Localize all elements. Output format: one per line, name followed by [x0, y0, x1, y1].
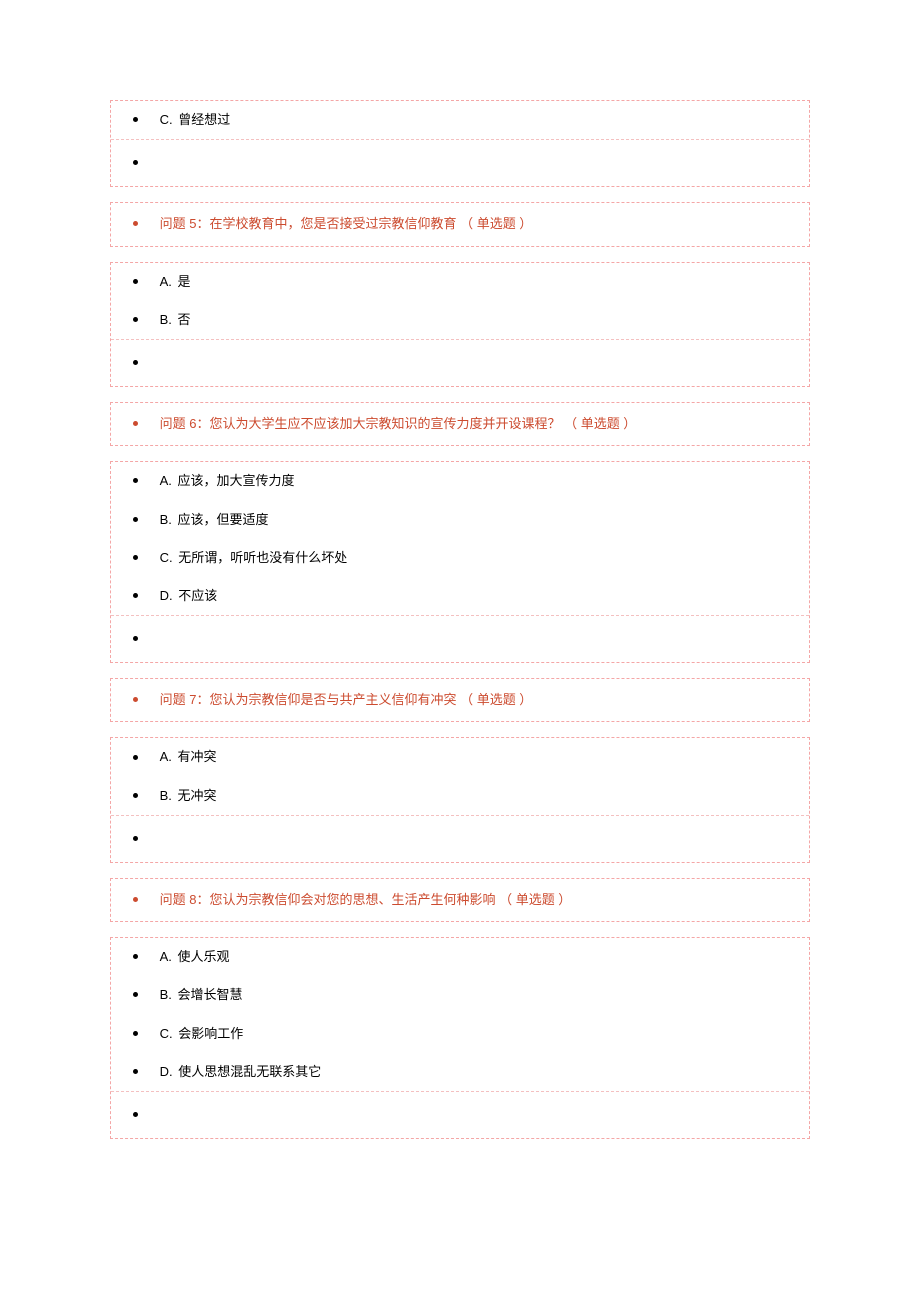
option-row[interactable]: D. 使人思想混乱无联系其它 [111, 1053, 809, 1091]
bullet-icon [133, 954, 138, 959]
option-letter: B. [160, 512, 172, 527]
bullet-icon [133, 1031, 138, 1036]
bullet-icon [133, 317, 138, 322]
bullet-icon [133, 593, 138, 598]
option-row[interactable]: B. 否 [111, 301, 809, 339]
bullet-icon [133, 636, 138, 641]
option-row[interactable]: C. 无所谓，听听也没有什么坏处 [111, 539, 809, 577]
option-letter: C. [160, 1026, 173, 1041]
question-options-box: A. 有冲突 B. 无冲突 [110, 737, 810, 863]
bullet-icon [133, 1069, 138, 1074]
option-letter: C. [160, 112, 173, 127]
bullet-icon [133, 279, 138, 284]
empty-row [111, 1092, 809, 1138]
option-text: 否 [178, 312, 191, 327]
empty-row [111, 340, 809, 386]
option-text: 无冲突 [178, 788, 217, 803]
question-title-box: 问题 7：您认为宗教信仰是否与共产主义信仰有冲突 （ 单选题 ） [110, 678, 810, 722]
option-letter: A. [160, 749, 172, 764]
question-title: 问题 6：您认为大学生应不应该加大宗教知识的宣传力度并开设课程？ （ 单选题 ） [160, 416, 637, 431]
option-row[interactable]: C. 会影响工作 [111, 1015, 809, 1053]
option-row[interactable]: D. 不应该 [111, 577, 809, 615]
question-title-row: 问题 8：您认为宗教信仰会对您的思想、生活产生何种影响 （ 单选题 ） [111, 879, 809, 921]
question-title-row: 问题 5：在学校教育中，您是否接受过宗教信仰教育 （ 单选题 ） [111, 203, 809, 245]
option-text: 会增长智慧 [178, 987, 243, 1002]
bullet-icon [133, 836, 138, 841]
question-title-row: 问题 7：您认为宗教信仰是否与共产主义信仰有冲突 （ 单选题 ） [111, 679, 809, 721]
bullet-icon [133, 160, 138, 165]
option-row[interactable]: A. 使人乐观 [111, 938, 809, 976]
option-row[interactable]: C. 曾经想过 [111, 101, 809, 139]
option-text: 会影响工作 [178, 1026, 243, 1041]
option-letter: C. [160, 550, 173, 565]
empty-row [111, 140, 809, 186]
bullet-icon [133, 897, 138, 902]
option-text: 应该，但要适度 [178, 512, 269, 527]
option-row[interactable]: A. 应该，加大宣传力度 [111, 462, 809, 500]
option-letter: D. [160, 588, 173, 603]
bullet-icon [133, 478, 138, 483]
option-row[interactable]: A. 有冲突 [111, 738, 809, 776]
question-options-box: A. 是 B. 否 [110, 262, 810, 388]
question-title-box: 问题 5：在学校教育中，您是否接受过宗教信仰教育 （ 单选题 ） [110, 202, 810, 246]
option-text: 不应该 [178, 588, 217, 603]
option-text: 使人乐观 [178, 949, 230, 964]
bullet-icon [133, 697, 138, 702]
option-letter: A. [160, 274, 172, 289]
question-title-box: 问题 8：您认为宗教信仰会对您的思想、生活产生何种影响 （ 单选题 ） [110, 878, 810, 922]
question-title: 问题 5：在学校教育中，您是否接受过宗教信仰教育 （ 单选题 ） [160, 216, 533, 231]
option-letter: B. [160, 788, 172, 803]
option-letter: A. [160, 473, 172, 488]
bullet-icon [133, 992, 138, 997]
option-row[interactable]: B. 会增长智慧 [111, 976, 809, 1014]
question-options-box: A. 应该，加大宣传力度 B. 应该，但要适度 C. 无所谓，听听也没有什么坏处… [110, 461, 810, 663]
question-title: 问题 7：您认为宗教信仰是否与共产主义信仰有冲突 （ 单选题 ） [160, 692, 533, 707]
bullet-icon [133, 555, 138, 560]
question-title-row: 问题 6：您认为大学生应不应该加大宗教知识的宣传力度并开设课程？ （ 单选题 ） [111, 403, 809, 445]
option-row[interactable]: A. 是 [111, 263, 809, 301]
option-text: 有冲突 [178, 749, 217, 764]
option-row[interactable]: B. 应该，但要适度 [111, 501, 809, 539]
option-row[interactable]: B. 无冲突 [111, 777, 809, 815]
option-letter: D. [160, 1064, 173, 1079]
bullet-icon [133, 221, 138, 226]
option-text: 应该，加大宣传力度 [178, 473, 295, 488]
question-options-box: A. 使人乐观 B. 会增长智慧 C. 会影响工作 D. 使人思想混乱无联系其它 [110, 937, 810, 1139]
question-title: 问题 8：您认为宗教信仰会对您的思想、生活产生何种影响 （ 单选题 ） [160, 892, 572, 907]
question-partial-box: C. 曾经想过 [110, 100, 810, 187]
bullet-icon [133, 360, 138, 365]
bullet-icon [133, 755, 138, 760]
empty-row [111, 816, 809, 862]
bullet-icon [133, 793, 138, 798]
bullet-icon [133, 1112, 138, 1117]
option-text: 曾经想过 [178, 112, 230, 127]
empty-row [111, 616, 809, 662]
option-letter: B. [160, 312, 172, 327]
option-text: 是 [178, 274, 191, 289]
option-letter: B. [160, 987, 172, 1002]
question-title-box: 问题 6：您认为大学生应不应该加大宗教知识的宣传力度并开设课程？ （ 单选题 ） [110, 402, 810, 446]
option-letter: A. [160, 949, 172, 964]
bullet-icon [133, 517, 138, 522]
option-text: 使人思想混乱无联系其它 [178, 1064, 321, 1079]
option-text: 无所谓，听听也没有什么坏处 [178, 550, 347, 565]
page-container: C. 曾经想过 问题 5：在学校教育中，您是否接受过宗教信仰教育 （ 单选题 ）… [110, 100, 810, 1139]
bullet-icon [133, 421, 138, 426]
bullet-icon [133, 117, 138, 122]
